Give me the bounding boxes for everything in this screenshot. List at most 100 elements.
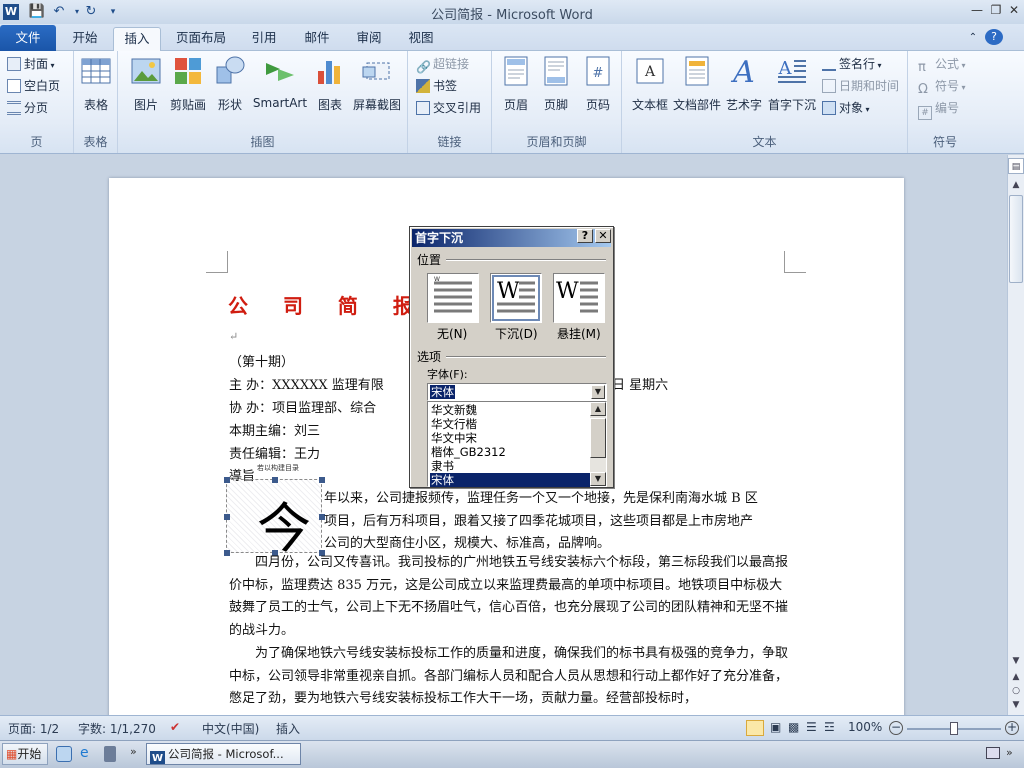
group-label-tables: 表格 [83, 135, 108, 149]
font-list-item[interactable]: 华文新魏 [430, 403, 477, 417]
page-number-button[interactable]: # 页码 [580, 55, 616, 113]
dialog-help-button[interactable]: ? [577, 229, 593, 243]
screenshot-button[interactable]: 屏幕截图 [350, 55, 404, 113]
tab-review[interactable]: 审阅 [346, 27, 392, 51]
font-dropdown-icon[interactable]: ▼ [591, 385, 605, 399]
font-list-scroll-down-icon[interactable]: ▼ [590, 472, 606, 486]
dialog-close-button[interactable]: ✕ [595, 229, 611, 243]
taskbar-word-window[interactable]: W 公司简报 - Microsof... [146, 743, 301, 765]
status-insert-mode[interactable]: 插入 [276, 720, 300, 737]
full-screen-view-icon[interactable]: ▣ [770, 720, 781, 734]
doc-host-tail: 日 星期六 [612, 378, 669, 393]
clipart-button[interactable]: 剪贴画 [168, 55, 208, 113]
tab-page-layout[interactable]: 页面布局 [168, 27, 234, 51]
signature-line-button[interactable]: 签名行 ▾ [822, 54, 882, 74]
tab-view[interactable]: 视图 [398, 27, 444, 51]
resize-handle[interactable] [319, 477, 325, 483]
zoom-slider-thumb[interactable] [950, 722, 958, 735]
start-button[interactable]: ▦开始 [2, 743, 48, 765]
object-button[interactable]: 对象 ▾ [822, 98, 870, 118]
font-combobox[interactable]: 宋体 ▼ [427, 383, 607, 401]
position-dropped-option[interactable]: W [490, 273, 542, 323]
show-desktop-icon[interactable] [56, 746, 72, 762]
zoom-level[interactable]: 100% [848, 720, 882, 734]
resize-handle[interactable] [224, 514, 230, 520]
shapes-button[interactable]: 形状 [212, 55, 248, 113]
proofing-icon[interactable]: ✔ [170, 720, 180, 734]
bookmark-button[interactable]: 书签 [416, 76, 457, 96]
tab-file[interactable]: 文件 [0, 25, 56, 51]
close-window-icon[interactable]: ✕ [1005, 2, 1023, 18]
next-page-icon[interactable]: ▼ [1008, 697, 1024, 713]
print-layout-view-icon[interactable] [746, 720, 764, 736]
zoom-in-icon[interactable]: + [1005, 721, 1019, 735]
smartart-button[interactable]: SmartArt [250, 55, 310, 110]
restore-icon[interactable]: ❐ [987, 2, 1005, 18]
outline-view-icon[interactable]: ☰ [806, 720, 817, 734]
word-task-icon: W [150, 751, 165, 764]
date-time-button[interactable]: 日期和时间 [822, 76, 899, 96]
page-break-button[interactable]: 分页 [7, 98, 48, 118]
wordart-button[interactable]: A 艺术字 [724, 55, 764, 113]
status-words[interactable]: 字数: 1/1,270 [78, 720, 156, 737]
font-list-scrollbar[interactable]: ▲ ▼ [590, 402, 606, 486]
resize-handle[interactable] [224, 477, 230, 483]
help-icon[interactable]: ? [985, 29, 1003, 45]
status-language[interactable]: 中文(中国) [202, 720, 259, 737]
scroll-thumb[interactable] [1009, 195, 1023, 283]
font-list-item[interactable]: 宋体 [430, 473, 590, 487]
scroll-up-icon[interactable]: ▲ [1008, 177, 1024, 193]
zoom-out-icon[interactable]: − [889, 721, 903, 735]
page-break-icon [7, 101, 21, 115]
position-margin-option[interactable]: W [553, 273, 605, 323]
keyboard-icon[interactable] [986, 747, 1000, 759]
blank-page-button[interactable]: 空白页 [7, 76, 60, 96]
draft-view-icon[interactable]: ☲ [824, 720, 835, 734]
font-input[interactable]: 宋体 [430, 385, 455, 399]
picture-button[interactable]: 图片 [128, 55, 164, 113]
tab-references[interactable]: 引用 [242, 27, 286, 51]
cross-reference-icon [416, 101, 430, 115]
font-list[interactable]: 华文新魏 华文行楷 华文中宋 楷体_GB2312 隶书 宋体 ▲ ▼ [427, 401, 607, 487]
cross-reference-button[interactable]: 交叉引用 [416, 98, 481, 118]
tab-insert[interactable]: 插入 [113, 27, 161, 51]
doc-paragraph-2: 四月份，公司又传喜讯。我司投标的广州地铁五号线安装标六个标段，第三标段我们以最高… [229, 555, 789, 639]
ruler-toggle-icon[interactable]: ▤ [1008, 158, 1024, 174]
chart-button[interactable]: 图表 [312, 55, 348, 113]
drop-cap-button[interactable]: A 首字下沉 [766, 55, 818, 113]
hyperlink-button[interactable]: 🔗 超链接 [416, 54, 469, 74]
more-icon[interactable]: » [130, 745, 137, 758]
explorer-icon[interactable] [104, 746, 116, 762]
ie-icon[interactable]: e [80, 745, 89, 761]
equation-button[interactable]: π 公式 ▾ [918, 54, 966, 75]
font-list-item[interactable]: 华文中宋 [430, 431, 477, 445]
group-label-pages: 页 [30, 135, 43, 149]
tray-more-icon[interactable]: » [1006, 746, 1013, 759]
textbox-button[interactable]: A 文本框 [630, 55, 670, 113]
minimize-icon[interactable]: — [968, 2, 986, 18]
scroll-down-icon[interactable]: ▼ [1008, 653, 1024, 669]
quick-parts-button[interactable]: 文档部件 [672, 55, 722, 113]
position-none-option[interactable]: W [427, 273, 479, 323]
minimize-ribbon-icon[interactable]: ⌃ [964, 27, 982, 51]
table-button[interactable]: 表格 [78, 55, 114, 113]
position-label: 位置 [417, 253, 442, 267]
tab-mailings[interactable]: 邮件 [294, 27, 340, 51]
symbol-button[interactable]: Ω 符号 ▾ [918, 76, 966, 97]
web-layout-view-icon[interactable]: ▩ [788, 720, 799, 734]
font-list-item[interactable]: 楷体_GB2312 [430, 445, 506, 459]
drop-cap-frame[interactable]: 今 [224, 477, 325, 560]
footer-button[interactable]: 页脚 [538, 55, 574, 113]
status-page[interactable]: 页面: 1/2 [8, 720, 59, 737]
cover-page-button[interactable]: 封面 ▾ [7, 54, 55, 74]
calendar-icon [822, 79, 836, 93]
font-list-item[interactable]: 隶书 [430, 459, 454, 473]
font-list-scroll-up-icon[interactable]: ▲ [590, 402, 606, 416]
number-button[interactable]: # 编号 [918, 98, 959, 120]
resize-handle[interactable] [272, 477, 278, 483]
font-list-scroll-thumb[interactable] [590, 418, 606, 458]
tab-home[interactable]: 开始 [62, 27, 108, 51]
font-list-item[interactable]: 华文行楷 [430, 417, 477, 431]
vertical-scrollbar[interactable]: ▤ ▲ ▼ ▲ ○ ▼ [1007, 155, 1024, 715]
header-button[interactable]: 页眉 [498, 55, 534, 113]
